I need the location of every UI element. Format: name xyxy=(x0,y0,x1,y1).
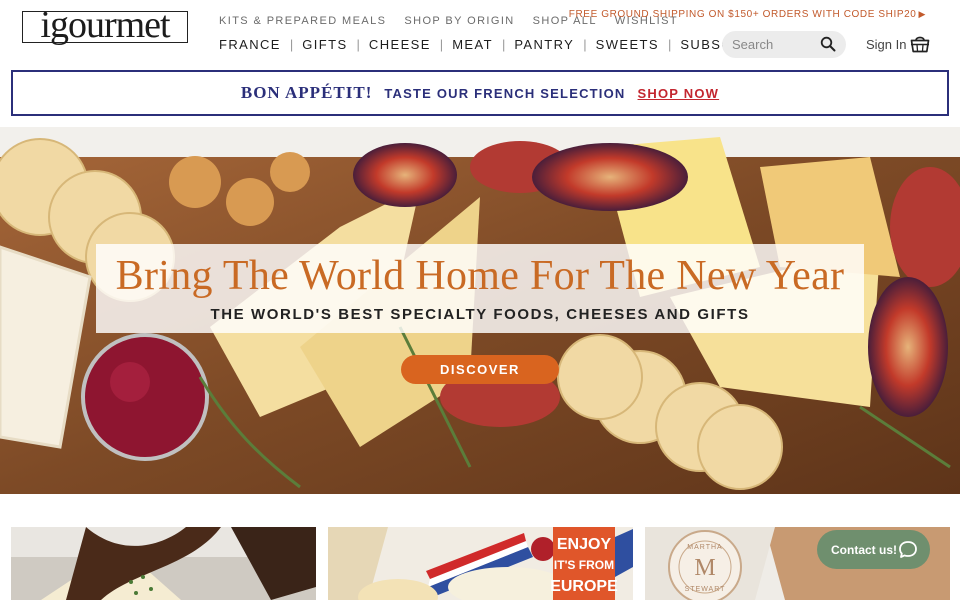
nav-item-france[interactable]: FRANCE xyxy=(219,37,281,52)
tile-french-cheese[interactable]: ENJOY IT'S FROM EUROPE xyxy=(328,527,633,600)
seal-text: M xyxy=(694,555,715,581)
banner-text: TASTE OUR FRENCH SELECTION xyxy=(384,85,626,101)
nav-item-cheese[interactable]: CHEESE xyxy=(369,37,431,52)
nav-separator: | xyxy=(667,37,672,52)
search-icon[interactable] xyxy=(820,36,836,52)
nav-separator: | xyxy=(439,37,444,52)
nav-separator: | xyxy=(501,37,506,52)
hero-subtitle: THE WORLD'S BEST SPECIALTY FOODS, CHEESE… xyxy=(210,306,750,323)
seal-text: MARTHA xyxy=(687,544,722,551)
nav-separator: | xyxy=(289,37,294,52)
hero-title: Bring The World Home For The New Year xyxy=(115,253,845,299)
shipping-promo[interactable]: FREE GROUND SHIPPING ON $150+ ORDERS WIT… xyxy=(569,9,926,20)
nav-item-gifts[interactable]: GIFTS xyxy=(302,37,347,52)
triangle-right-icon: ▶ xyxy=(918,9,926,19)
utility-link-kits[interactable]: KITS & PREPARED MEALS xyxy=(219,15,386,27)
search-input[interactable] xyxy=(732,37,816,52)
nav-item-meat[interactable]: MEAT xyxy=(452,37,493,52)
contact-us-button[interactable]: Contact us! xyxy=(817,530,930,569)
tile-cheese-gift-box[interactable] xyxy=(11,527,316,600)
hero-text-panel: Bring The World Home For The New Year TH… xyxy=(96,244,864,333)
nav-item-pantry[interactable]: PANTRY xyxy=(514,37,574,52)
utility-link-shop-by-origin[interactable]: SHOP BY ORIGIN xyxy=(404,15,514,27)
igourmet-logo[interactable]: igourmet xyxy=(22,4,188,46)
tile-sign-text: IT'S FROM xyxy=(554,558,614,572)
nav-item-sweets[interactable]: SWEETS xyxy=(596,37,659,52)
hero-banner[interactable]: Bring The World Home For The New Year TH… xyxy=(0,127,960,494)
main-nav: FRANCE | GIFTS | CHEESE | MEAT | PANTRY … xyxy=(219,37,805,52)
french-selection-banner[interactable]: BON APPÉTIT! TASTE OUR FRENCH SELECTION … xyxy=(11,70,949,116)
sign-in-link[interactable]: Sign In xyxy=(866,37,906,52)
tile-sign-text: ENJOY xyxy=(557,536,612,553)
chat-bubble-icon xyxy=(899,541,917,558)
contact-label: Contact us! xyxy=(831,542,897,557)
nav-separator: | xyxy=(583,37,587,52)
seal-text: STEWART xyxy=(685,586,726,593)
cheese-gift-image xyxy=(11,527,316,600)
tile-sign-text: EUROPE xyxy=(550,578,618,595)
banner-headline: BON APPÉTIT! xyxy=(240,83,373,102)
french-cheese-image: ENJOY IT'S FROM EUROPE xyxy=(328,527,633,600)
basket-icon[interactable] xyxy=(910,34,930,54)
logo-text: igourmet xyxy=(40,4,170,46)
discover-button[interactable]: DISCOVER xyxy=(401,355,559,384)
promo-text: FREE GROUND SHIPPING ON $150+ ORDERS WIT… xyxy=(568,9,917,20)
nav-separator: | xyxy=(356,37,360,52)
search-box xyxy=(722,31,846,58)
shop-now-link[interactable]: SHOP NOW xyxy=(638,86,720,101)
